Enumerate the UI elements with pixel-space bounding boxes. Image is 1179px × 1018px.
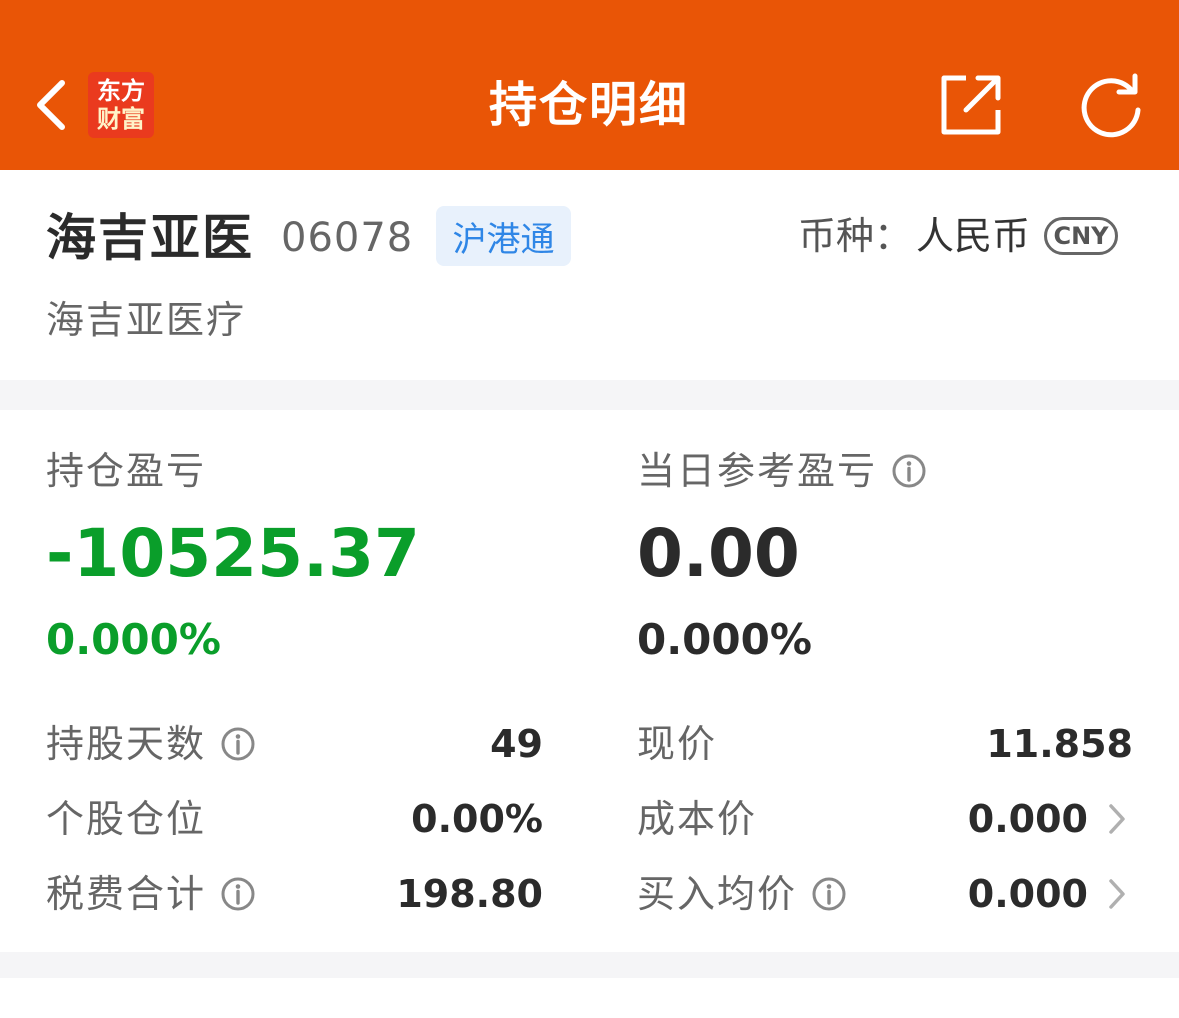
total-fees-label-text: 税费合计 bbox=[46, 872, 207, 916]
daily-pnl-value: 0.00 bbox=[637, 515, 800, 592]
market-tag: 沪港通 bbox=[436, 206, 571, 266]
holding-pnl-percent: 0.000% bbox=[46, 615, 221, 664]
page-title: 持仓明细 bbox=[488, 77, 689, 133]
stock-name: 海吉亚医 bbox=[46, 209, 254, 267]
position-ratio-label: 个股仓位 bbox=[46, 794, 206, 844]
stock-info-card: 海吉亚医 06078 沪港通 币种： 人民币 CNY 海吉亚医疗 bbox=[0, 170, 1179, 380]
holding-days-label-text: 持股天数 bbox=[46, 722, 207, 766]
chevron-right-icon[interactable] bbox=[1102, 869, 1132, 919]
daily-pnl-label: 当日参考盈亏 bbox=[637, 446, 927, 496]
info-icon[interactable] bbox=[220, 876, 256, 912]
refresh-button[interactable] bbox=[1074, 70, 1148, 140]
holding-days-label: 持股天数 bbox=[46, 719, 256, 769]
info-icon[interactable] bbox=[811, 876, 847, 912]
holding-pnl-label-text: 持仓盈亏 bbox=[46, 449, 207, 493]
total-fees-value: 198.80 bbox=[396, 872, 543, 916]
avg-buy-price-label[interactable]: 买入均价 bbox=[637, 869, 847, 919]
info-icon[interactable] bbox=[891, 453, 927, 489]
holding-pnl-value: -10525.37 bbox=[46, 515, 420, 592]
chevron-left-icon bbox=[37, 80, 65, 130]
logo-text-line2: 财富 bbox=[97, 105, 145, 133]
daily-pnl-percent: 0.000% bbox=[637, 615, 812, 664]
chevron-right-icon[interactable] bbox=[1102, 794, 1132, 844]
currency-info: 币种： 人民币 CNY bbox=[798, 210, 1119, 262]
share-button[interactable] bbox=[934, 70, 1008, 140]
cost-price-label[interactable]: 成本价 bbox=[637, 794, 757, 844]
current-price-label: 现价 bbox=[637, 719, 717, 769]
position-ratio-label-text: 个股仓位 bbox=[46, 797, 207, 841]
avg-buy-price-value[interactable]: 0.000 bbox=[880, 869, 1088, 919]
cost-price-label-text: 成本价 bbox=[637, 797, 758, 841]
back-button[interactable] bbox=[20, 70, 80, 140]
currency-value: 人民币 bbox=[916, 214, 1031, 258]
total-fees-label: 税费合计 bbox=[46, 869, 256, 919]
position-ratio-value: 0.00% bbox=[411, 797, 543, 841]
cost-price-value[interactable]: 0.000 bbox=[880, 794, 1088, 844]
top-nav-bar: 东方 财富 持仓明细 bbox=[0, 0, 1179, 170]
next-section-card bbox=[0, 978, 1179, 1018]
holding-days-value: 49 bbox=[490, 722, 543, 766]
share-icon bbox=[941, 75, 1001, 135]
avg-buy-price-label-text: 买入均价 bbox=[637, 872, 798, 916]
logo-text-line1: 东方 bbox=[97, 77, 145, 105]
cny-badge: CNY bbox=[1044, 217, 1119, 255]
current-price-label-text: 现价 bbox=[637, 722, 718, 766]
refresh-icon bbox=[1081, 73, 1141, 138]
app-logo: 东方 财富 bbox=[88, 72, 154, 138]
pnl-card: 持仓盈亏 -10525.37 0.000% 当日参考盈亏 0.00 0.000%… bbox=[0, 410, 1179, 952]
info-icon[interactable] bbox=[220, 726, 256, 762]
holding-pnl-label: 持仓盈亏 bbox=[46, 446, 206, 496]
currency-label: 币种： bbox=[798, 214, 913, 258]
stock-code: 06078 bbox=[281, 215, 414, 261]
current-price-value: 11.858 bbox=[986, 722, 1133, 766]
daily-pnl-label-text: 当日参考盈亏 bbox=[637, 449, 878, 493]
stock-full-name: 海吉亚医疗 bbox=[46, 298, 247, 342]
